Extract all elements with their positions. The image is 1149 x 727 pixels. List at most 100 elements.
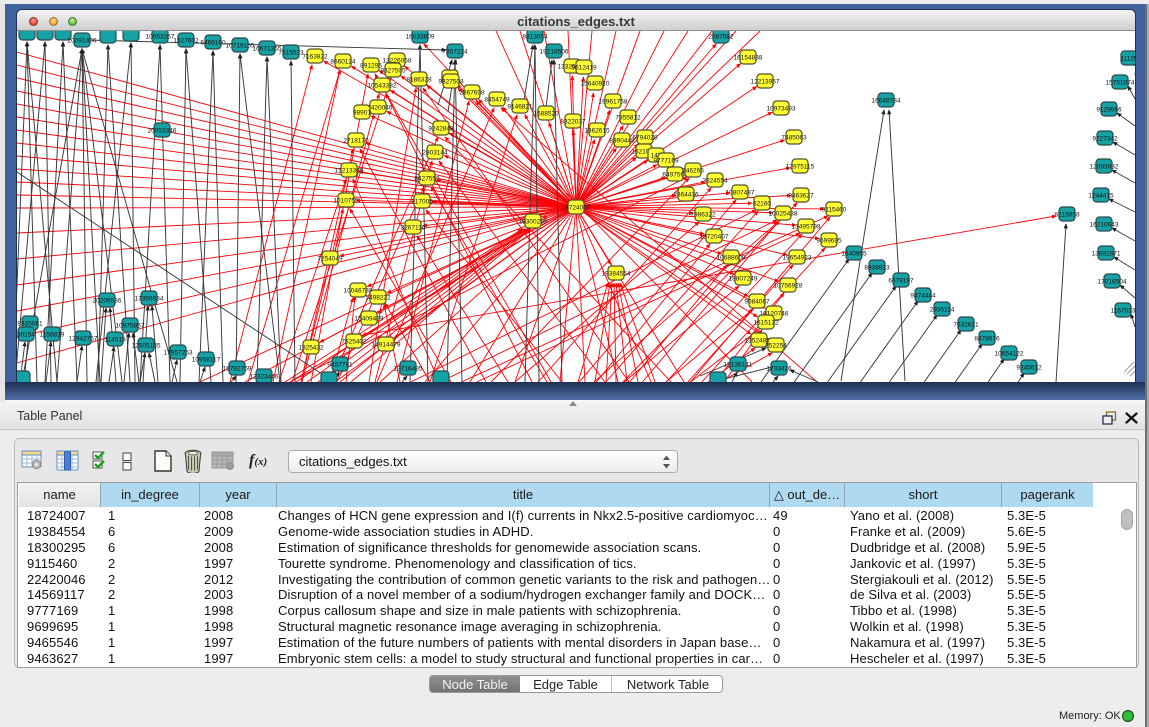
svg-text:62160: 62160	[753, 201, 771, 208]
svg-text:9699695: 9699695	[816, 238, 842, 245]
svg-text:12213967: 12213967	[751, 79, 780, 86]
svg-text:98901: 98901	[353, 110, 371, 117]
svg-text:3624554: 3624554	[702, 178, 728, 185]
svg-text:10543382: 10543382	[368, 83, 397, 90]
svg-text:9129966: 9129966	[1096, 107, 1122, 114]
svg-text:8813054: 8813054	[522, 34, 548, 41]
svg-text:16648784: 16648784	[872, 98, 901, 105]
svg-text:13495798: 13495798	[792, 224, 821, 231]
svg-text:9084067: 9084067	[744, 299, 770, 306]
svg-text:6679197: 6679197	[888, 278, 914, 285]
svg-text:12213369: 12213369	[335, 168, 364, 175]
svg-text:20206536: 20206536	[93, 298, 122, 305]
svg-text:17957253: 17957253	[164, 350, 193, 357]
svg-text:13692971: 13692971	[1092, 251, 1121, 258]
svg-text:1925432: 1925432	[298, 345, 324, 352]
svg-text:1156829: 1156829	[40, 332, 65, 339]
svg-text:20053346: 20053346	[148, 128, 177, 135]
svg-text:10653267: 10653267	[146, 34, 175, 41]
svg-text:2364436: 2364436	[673, 192, 699, 199]
svg-text:1010755: 1010755	[333, 198, 359, 205]
svg-text:3267110: 3267110	[401, 225, 426, 232]
svg-text:9146821: 9146821	[507, 104, 533, 111]
svg-text:7632621: 7632621	[953, 322, 979, 329]
svg-text:1733426: 1733426	[766, 366, 792, 373]
svg-text:7955812: 7955812	[615, 115, 641, 122]
svg-text:114519: 114519	[104, 337, 126, 344]
svg-text:18300295: 18300295	[519, 219, 548, 226]
svg-text:9227342: 9227342	[1092, 136, 1118, 143]
svg-text:2087682: 2087682	[708, 34, 734, 41]
svg-text:10688609: 10688609	[717, 255, 746, 262]
svg-text:5498222: 5498222	[365, 295, 391, 302]
svg-text:14914479: 14914479	[372, 342, 401, 349]
svg-text:17016504: 17016504	[1098, 279, 1127, 286]
svg-text:1588520: 1588520	[533, 111, 559, 118]
svg-text:12505135: 12505135	[132, 343, 161, 350]
svg-text:1527602: 1527602	[173, 38, 199, 45]
svg-text:12942757: 12942757	[69, 336, 98, 343]
svg-text:9327508: 9327508	[438, 79, 464, 86]
svg-text:12975115: 12975115	[786, 164, 815, 171]
svg-text:10025438: 10025438	[769, 211, 798, 218]
svg-text:6794028: 6794028	[632, 135, 658, 142]
svg-text:8478676: 8478676	[974, 336, 1000, 343]
svg-text:891295: 891295	[360, 63, 382, 70]
svg-text:8215958: 8215958	[1054, 212, 1080, 219]
svg-text:11125: 11125	[1120, 56, 1135, 63]
svg-text:8186328: 8186328	[406, 77, 432, 84]
svg-text:8938923: 8938923	[864, 265, 890, 272]
svg-text:7986322: 7986322	[690, 212, 716, 219]
svg-text:12323446: 12323446	[250, 374, 279, 381]
svg-text:10046738: 10046738	[344, 288, 373, 295]
svg-text:19218506: 19218506	[540, 49, 569, 56]
svg-text:9512419: 9512419	[571, 65, 597, 72]
svg-text:9115460: 9115460	[822, 207, 847, 214]
svg-text:1167533: 1167533	[1111, 308, 1135, 315]
svg-text:7485063: 7485063	[781, 135, 807, 142]
svg-text:39154: 39154	[17, 332, 35, 339]
svg-text:252254: 252254	[765, 343, 787, 350]
svg-text:8990448: 8990448	[609, 138, 635, 145]
svg-text:10807487: 10807487	[726, 190, 755, 197]
svg-text:16782759: 16782759	[223, 366, 252, 373]
svg-text:9242848: 9242848	[428, 126, 454, 133]
svg-text:1362615: 1362615	[584, 128, 610, 135]
svg-text:2935114: 2935114	[930, 307, 955, 314]
svg-text:10719155: 10719155	[226, 43, 255, 50]
svg-text:18807249: 18807249	[729, 276, 758, 283]
svg-text:7515523: 7515523	[278, 50, 304, 57]
svg-text:10975867: 10975867	[116, 323, 145, 330]
svg-text:19654923: 19654923	[783, 255, 812, 262]
svg-text:16033809: 16033809	[406, 34, 435, 41]
svg-text:16961758: 16961758	[599, 99, 628, 106]
svg-text:2803144: 2803144	[422, 150, 448, 157]
svg-text:9474444: 9474444	[910, 293, 936, 300]
svg-text:2867608: 2867608	[459, 90, 485, 97]
svg-text:1615132: 1615132	[753, 320, 779, 327]
svg-text:817006: 817006	[411, 199, 433, 206]
svg-text:10973493: 10973493	[767, 106, 796, 113]
svg-text:15640910: 15640910	[581, 81, 610, 88]
svg-text:20091406: 20091406	[68, 38, 97, 45]
svg-text:15751074: 15751074	[1106, 80, 1135, 87]
svg-text:19384554: 19384554	[602, 271, 631, 278]
svg-text:16210643: 16210643	[1090, 222, 1119, 229]
svg-text:1640955: 1640955	[841, 251, 867, 258]
svg-text:6466160: 6466160	[200, 40, 226, 47]
svg-text:8427552: 8427552	[414, 176, 440, 183]
svg-text:10654122: 10654122	[995, 351, 1024, 358]
svg-text:9245612: 9245612	[1016, 365, 1042, 372]
svg-text:12093832: 12093832	[1090, 164, 1119, 171]
svg-text:13716485: 13716485	[394, 366, 423, 373]
svg-text:15720407: 15720407	[700, 234, 729, 241]
svg-text:7254049: 7254049	[317, 256, 343, 263]
svg-text:9327505: 9327505	[380, 68, 406, 75]
svg-text:9777169: 9777169	[653, 158, 679, 165]
svg-text:18724007: 18724007	[562, 205, 591, 212]
svg-text:8322037: 8322037	[560, 119, 586, 126]
svg-text:17359934: 17359934	[135, 296, 164, 303]
svg-text:746266: 746266	[682, 168, 704, 175]
svg-text:7163822: 7163822	[302, 54, 328, 61]
svg-text:7625402: 7625402	[341, 339, 367, 346]
